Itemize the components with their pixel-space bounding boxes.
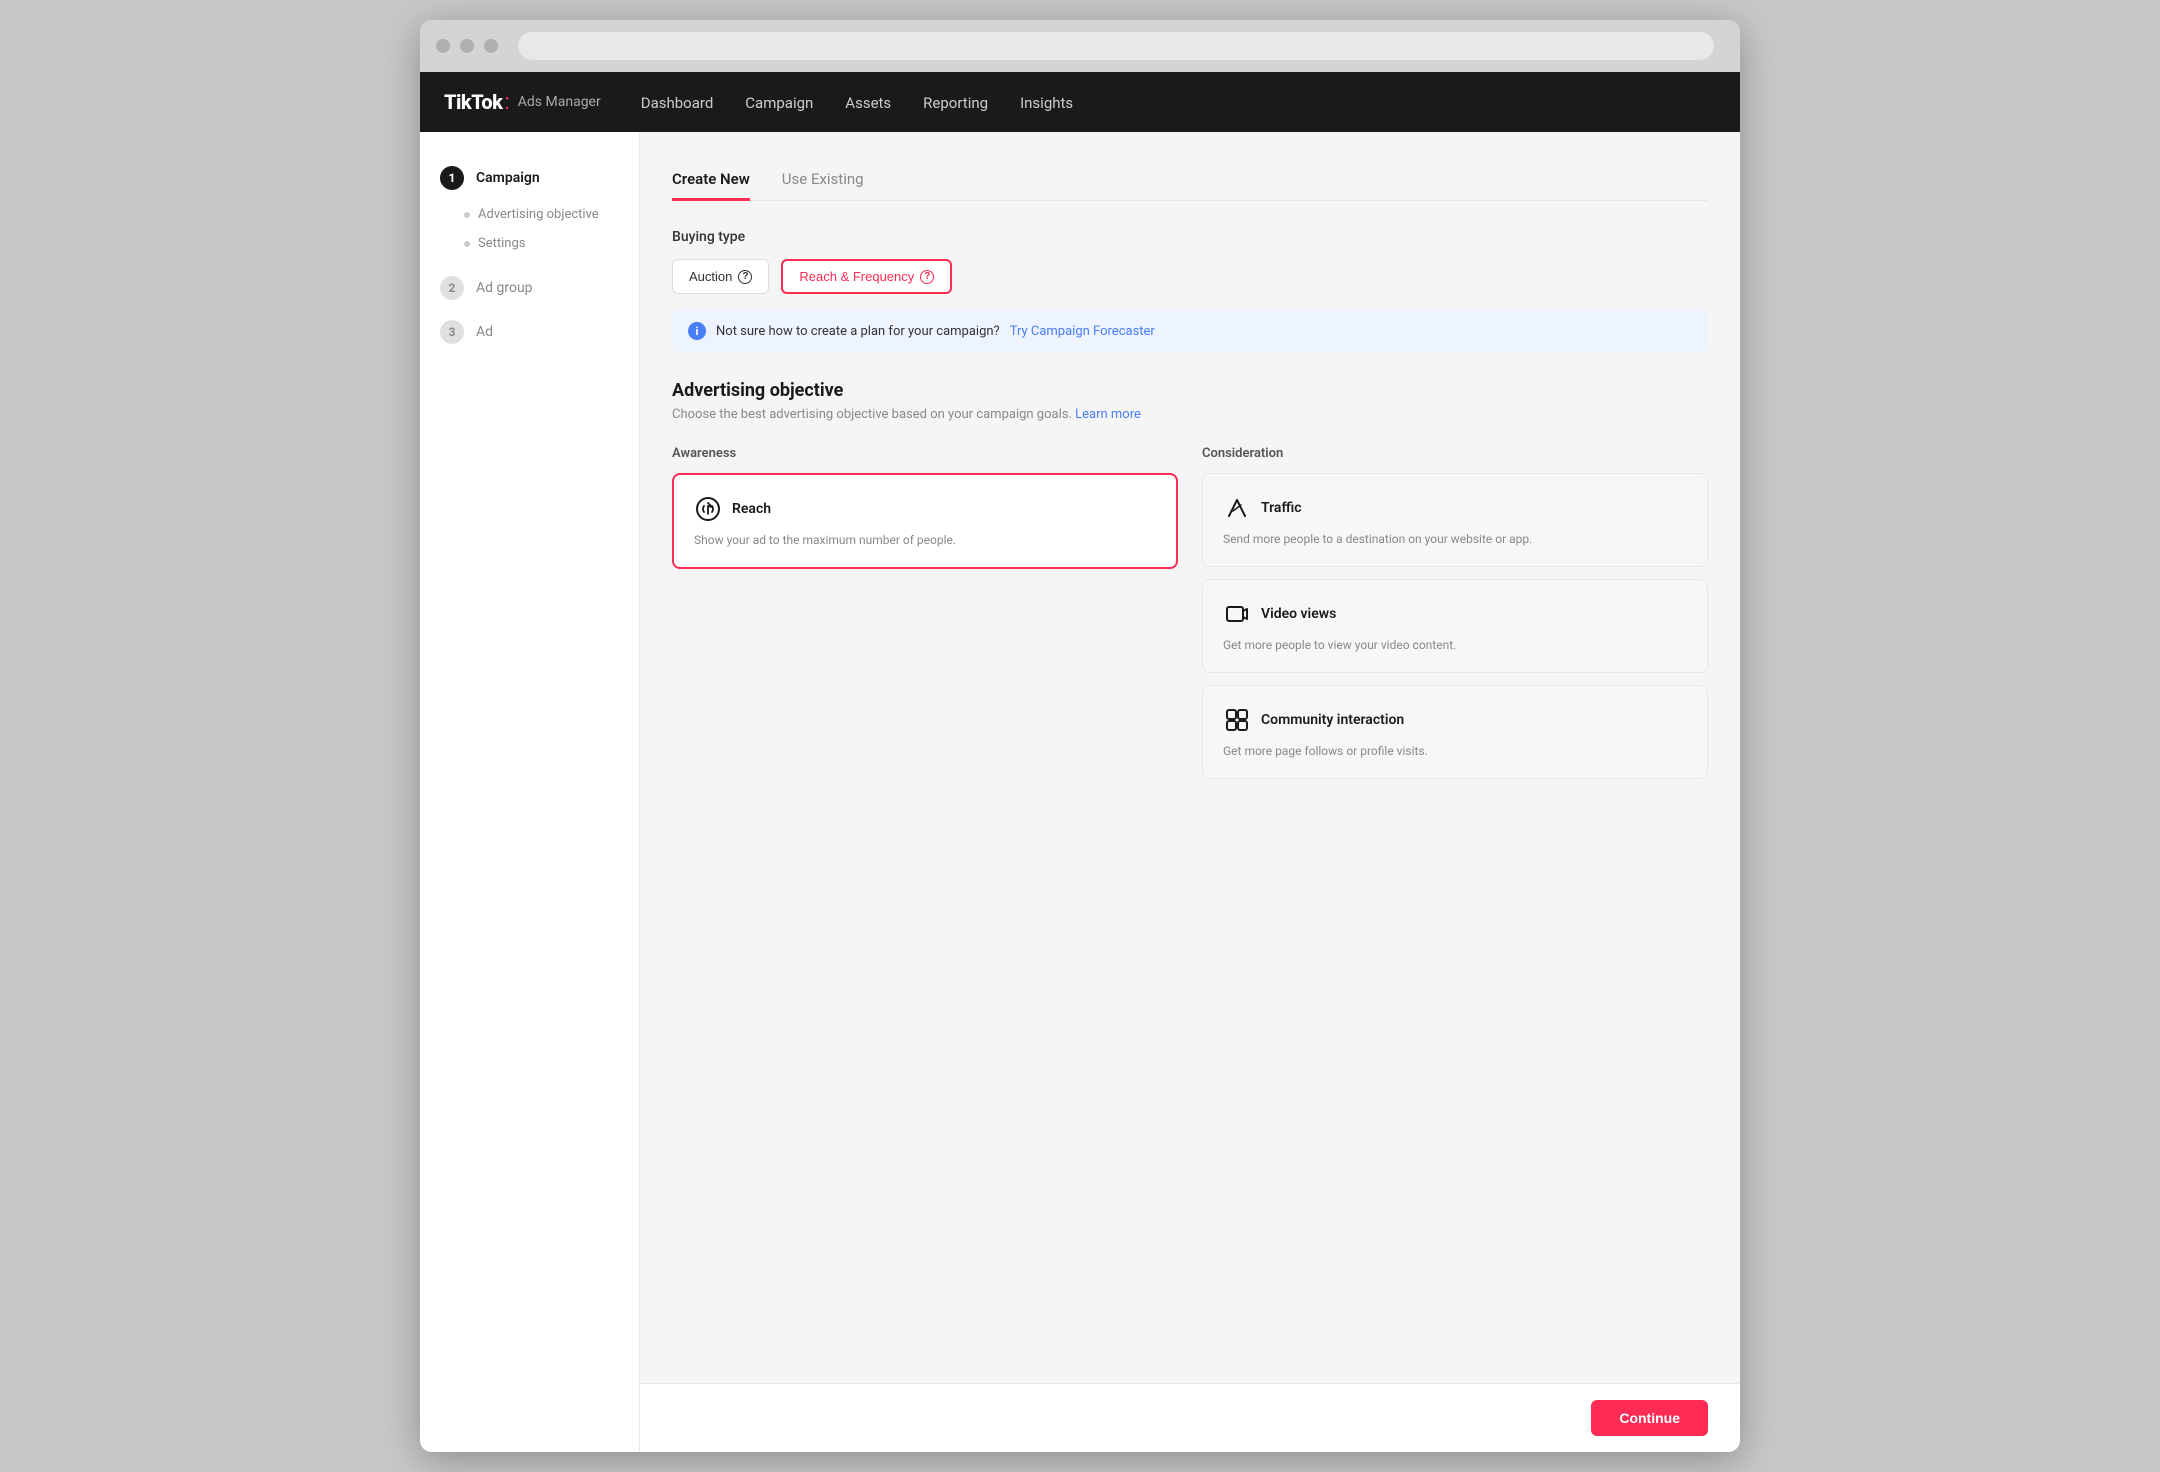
logo-tiktok: TikTok (444, 90, 502, 114)
obj-section-desc: Choose the best advertising objective ba… (672, 407, 1708, 422)
sidebar-ad-label: Ad (476, 324, 493, 340)
logo-area: TikTok : Ads Manager (444, 90, 601, 115)
continue-button[interactable]: Continue (1591, 1400, 1708, 1436)
logo-adsmanager: Ads Manager (518, 94, 601, 110)
sidebar-sub-label-1: Advertising objective (478, 207, 599, 222)
reach-card-header: Reach (694, 495, 1156, 523)
nav-link-reporting[interactable]: Reporting (923, 94, 988, 112)
community-interaction-card-desc: Get more page follows or profile visits. (1223, 742, 1687, 760)
advertising-objective-section: Advertising objective Choose the best ad… (672, 380, 1708, 791)
community-interaction-card-header: Community interaction (1223, 706, 1687, 734)
info-banner-icon: i (688, 322, 706, 340)
sidebar-item-adgroup[interactable]: 2 Ad group (420, 266, 639, 310)
obj-card-reach[interactable]: Reach Show your ad to the maximum number… (672, 473, 1178, 569)
consideration-label: Consideration (1202, 446, 1708, 461)
nav-link-dashboard[interactable]: Dashboard (641, 94, 714, 112)
reach-card-desc: Show your ad to the maximum number of pe… (694, 531, 1156, 549)
sidebar-step-3: 3 (440, 320, 464, 344)
consideration-col: Consideration (1202, 446, 1708, 791)
reach-frequency-info-icon[interactable]: ? (920, 270, 934, 284)
nav-item-insights[interactable]: Insights (1020, 93, 1073, 112)
traffic-card-title: Traffic (1261, 500, 1302, 516)
obj-section-title: Advertising objective (672, 380, 1708, 401)
tab-use-existing[interactable]: Use Existing (782, 160, 864, 201)
reach-icon (694, 495, 722, 523)
video-views-card-title: Video views (1261, 606, 1336, 622)
main-layout: 1 Campaign Advertising objective Setting… (420, 132, 1740, 1452)
reach-frequency-label: Reach & Frequency (799, 269, 914, 284)
top-nav: TikTok : Ads Manager Dashboard Campaign … (420, 72, 1740, 132)
sidebar-step-2: 2 (440, 276, 464, 300)
sidebar-sub-label-2: Settings (478, 236, 525, 251)
buying-type-row: Auction ? Reach & Frequency ? (672, 259, 1708, 294)
nav-item-dashboard[interactable]: Dashboard (641, 93, 714, 112)
browser-window: TikTok : Ads Manager Dashboard Campaign … (420, 20, 1740, 1452)
browser-dot-green (484, 39, 498, 53)
content-area: Create New Use Existing Buying type Auct… (640, 132, 1740, 1383)
auction-button[interactable]: Auction ? (672, 259, 769, 294)
sidebar-item-campaign[interactable]: 1 Campaign (420, 156, 639, 200)
sidebar-sub-settings[interactable]: Settings (420, 229, 639, 258)
sidebar-step-1: 1 (440, 166, 464, 190)
tab-bar: Create New Use Existing (672, 160, 1708, 201)
reach-card-title: Reach (732, 501, 771, 517)
video-views-card-desc: Get more people to view your video conte… (1223, 636, 1687, 654)
campaign-forecaster-link[interactable]: Try Campaign Forecaster (1010, 324, 1155, 339)
video-views-icon (1223, 600, 1251, 628)
nav-item-assets[interactable]: Assets (845, 93, 891, 112)
community-interaction-card-title: Community interaction (1261, 712, 1404, 728)
nav-item-campaign[interactable]: Campaign (745, 93, 813, 112)
traffic-card-header: Traffic (1223, 494, 1687, 522)
browser-dot-red (436, 39, 450, 53)
nav-item-reporting[interactable]: Reporting (923, 93, 988, 112)
obj-card-video-views[interactable]: Video views Get more people to view your… (1202, 579, 1708, 673)
nav-link-campaign[interactable]: Campaign (745, 94, 813, 112)
learn-more-link[interactable]: Learn more (1075, 407, 1141, 422)
nav-links: Dashboard Campaign Assets Reporting Insi… (641, 93, 1073, 112)
browser-dot-yellow (460, 39, 474, 53)
content-wrapper: Create New Use Existing Buying type Auct… (640, 132, 1740, 1452)
sidebar-sub-dot-1 (464, 212, 470, 218)
awareness-label: Awareness (672, 446, 1178, 461)
traffic-icon (1223, 494, 1251, 522)
sidebar-sub-advertising-objective[interactable]: Advertising objective (420, 200, 639, 229)
obj-cols: Awareness (672, 446, 1708, 791)
browser-chrome (420, 20, 1740, 72)
auction-label: Auction (689, 269, 732, 284)
sidebar-campaign-label: Campaign (476, 170, 540, 186)
sidebar-adgroup-label: Ad group (476, 280, 533, 296)
community-interaction-icon (1223, 706, 1251, 734)
obj-card-traffic[interactable]: Traffic Send more people to a destinatio… (1202, 473, 1708, 567)
sidebar-sub-dot-2 (464, 241, 470, 247)
reach-frequency-button[interactable]: Reach & Frequency ? (781, 259, 952, 294)
sidebar-item-ad[interactable]: 3 Ad (420, 310, 639, 354)
info-banner-text: Not sure how to create a plan for your c… (716, 324, 1000, 339)
awareness-col: Awareness (672, 446, 1178, 791)
video-views-card-header: Video views (1223, 600, 1687, 628)
continue-bar: Continue (640, 1383, 1740, 1452)
auction-info-icon[interactable]: ? (738, 270, 752, 284)
info-banner: i Not sure how to create a plan for your… (672, 310, 1708, 352)
sidebar: 1 Campaign Advertising objective Setting… (420, 132, 640, 1452)
buying-type-label: Buying type (672, 229, 1708, 245)
nav-link-insights[interactable]: Insights (1020, 94, 1073, 112)
obj-card-community-interaction[interactable]: Community interaction Get more page foll… (1202, 685, 1708, 779)
logo-dot: : (504, 90, 509, 115)
browser-addressbar (518, 32, 1714, 60)
obj-desc-text: Choose the best advertising objective ba… (672, 407, 1072, 422)
nav-link-assets[interactable]: Assets (845, 94, 891, 112)
tab-create-new[interactable]: Create New (672, 160, 750, 201)
traffic-card-desc: Send more people to a destination on you… (1223, 530, 1687, 548)
